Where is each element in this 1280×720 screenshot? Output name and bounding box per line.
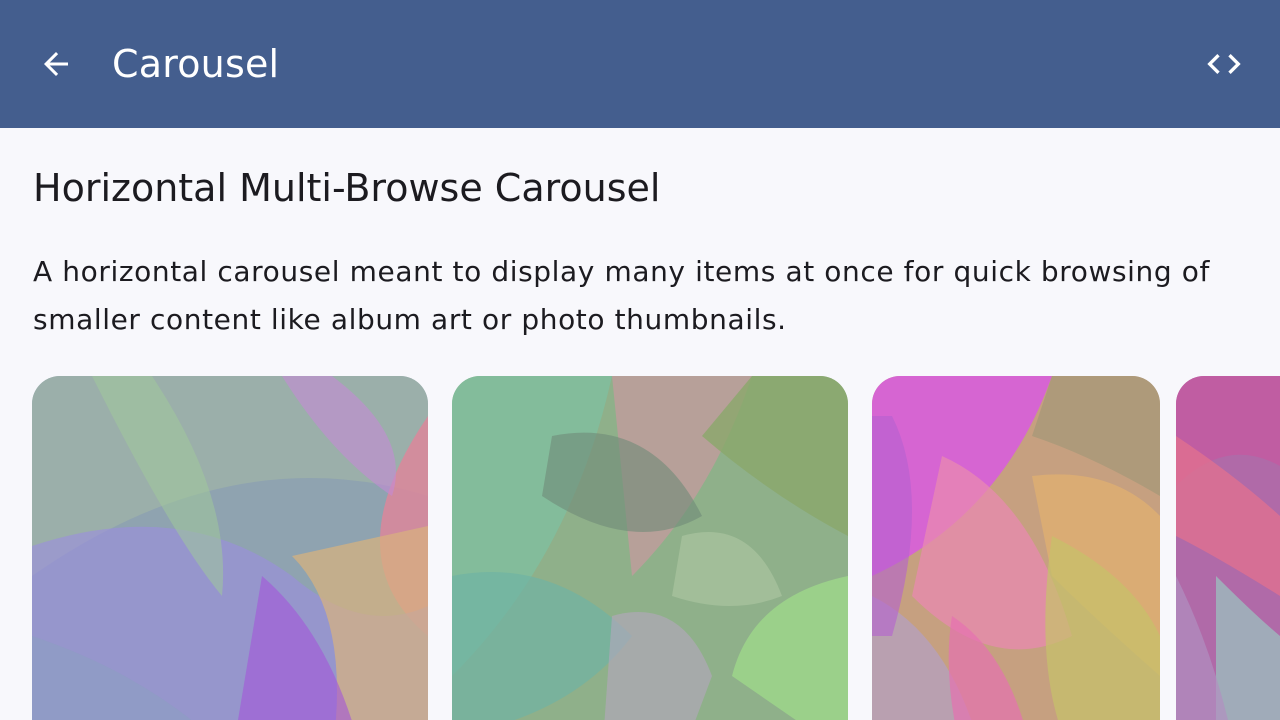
carousel-item-4-image — [1176, 376, 1280, 720]
back-button[interactable] — [26, 34, 86, 94]
carousel-item-2-image — [452, 376, 848, 720]
section-description: A horizontal carousel meant to display m… — [33, 255, 1210, 336]
arrow-back-icon — [44, 52, 68, 76]
carousel-item-3[interactable] — [872, 376, 1160, 720]
section-title: Horizontal Multi-Browse Carousel — [33, 166, 661, 210]
carousel-item-3-image — [872, 376, 1160, 720]
horizontal-carousel[interactable] — [0, 376, 1280, 720]
main-content: Horizontal Multi-Browse Carousel A horiz… — [0, 128, 1280, 720]
carousel-item-1-image — [32, 376, 428, 720]
carousel-item-2[interactable] — [452, 376, 848, 720]
carousel-item-1[interactable] — [32, 376, 428, 720]
app-bar-title: Carousel — [112, 42, 280, 86]
top-app-bar: Carousel — [0, 0, 1280, 128]
code-icon — [1207, 54, 1241, 74]
view-code-button[interactable] — [1194, 34, 1254, 94]
carousel-item-4[interactable] — [1176, 376, 1280, 720]
